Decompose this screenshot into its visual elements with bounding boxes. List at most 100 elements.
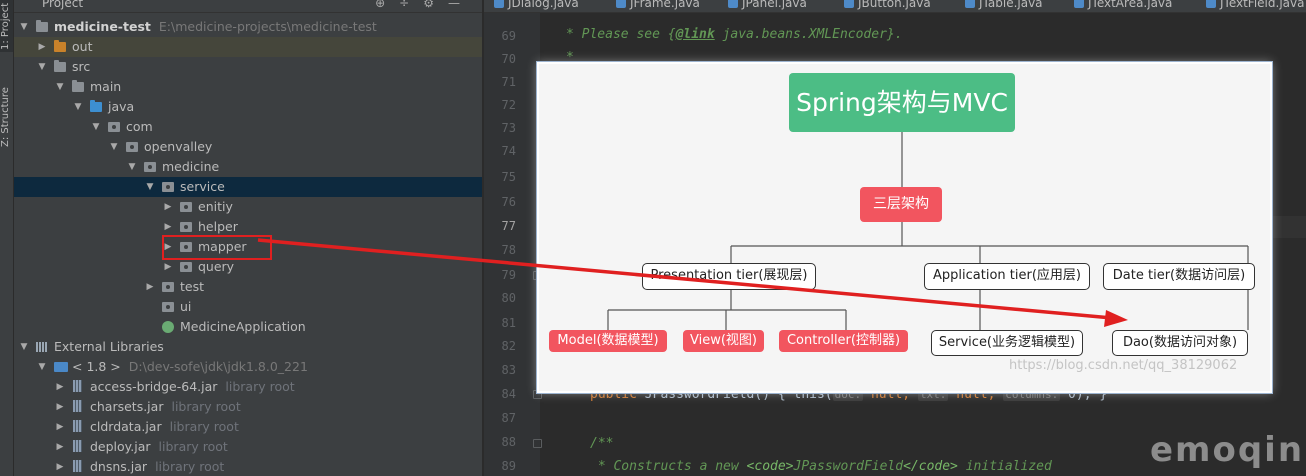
- expand-arrow-icon[interactable]: ▼: [144, 177, 156, 197]
- editor-tab[interactable]: JPanel.java: [728, 0, 807, 10]
- collapse-arrow-icon[interactable]: ▶: [36, 37, 48, 57]
- collapse-arrow-icon[interactable]: ▶: [54, 457, 66, 476]
- structure-tool-tab[interactable]: Z: Structure: [0, 82, 13, 152]
- tree-item-label: service: [180, 179, 225, 194]
- package-icon: [144, 162, 156, 172]
- jar-icon: [72, 460, 84, 472]
- line-number: 87: [501, 411, 516, 425]
- collapse-arrow-icon[interactable]: ▶: [54, 377, 66, 397]
- collapse-arrow-icon[interactable]: ▶: [144, 277, 156, 297]
- tree-row-src[interactable]: ▼ src: [14, 57, 482, 77]
- tree-row-service[interactable]: ▼ service: [14, 177, 482, 197]
- jdk-icon: [54, 362, 68, 372]
- editor-tab[interactable]: JTextField.java: [1206, 0, 1304, 10]
- tree-row-medicineapplication[interactable]: MedicineApplication: [14, 317, 482, 337]
- line-number: 73: [501, 121, 516, 135]
- tree-item-label: ui: [180, 299, 192, 314]
- tree-item-label: dnsns.jar library root: [90, 459, 225, 474]
- expand-arrow-icon[interactable]: ▼: [90, 117, 102, 137]
- source-folder-icon: [90, 100, 102, 112]
- expand-arrow-icon[interactable]: ▼: [36, 357, 48, 377]
- tree-row-java[interactable]: ▼ java: [14, 97, 482, 117]
- tree-row-com[interactable]: ▼ com: [14, 117, 482, 137]
- editor-tab[interactable]: JFrame.java: [616, 0, 700, 10]
- tree-row-query[interactable]: ▶ query: [14, 257, 482, 277]
- panel-header-icons[interactable]: ⊕÷⚙—: [375, 0, 474, 10]
- diagram-leaf-node: View(视图): [683, 330, 764, 352]
- tree-row-charsets-jar[interactable]: ▶ charsets.jar library root: [14, 397, 482, 417]
- code-line-69[interactable]: * Please see {@link java.beans.XMLEncode…: [566, 27, 903, 42]
- code-line-88[interactable]: /**: [590, 436, 613, 451]
- orange-folder-icon: [54, 40, 66, 52]
- diagram-three-tier-node: 三层架构: [860, 187, 942, 222]
- line-number: 77: [501, 219, 516, 233]
- line-number: 84: [501, 387, 516, 401]
- java-class-icon: [494, 0, 504, 8]
- jar-icon: [72, 380, 84, 392]
- tree-item-label: MedicineApplication: [180, 319, 306, 334]
- editor-tab[interactable]: JTable.java: [965, 0, 1043, 10]
- tree-row-external-libraries[interactable]: ▼ External Libraries: [14, 337, 482, 357]
- expand-arrow-icon[interactable]: ▼: [18, 17, 30, 37]
- tree-row-medicine[interactable]: ▼ medicine: [14, 157, 482, 177]
- tool-window-strip: 1: Project Z: Structure: [0, 0, 14, 476]
- tree-row-test[interactable]: ▶ test: [14, 277, 482, 297]
- project-panel-header: Project ⊕÷⚙—: [14, 0, 482, 13]
- spring-class-icon: [162, 321, 174, 333]
- tree-item-label: test: [180, 279, 205, 294]
- expand-arrow-icon[interactable]: ▼: [108, 137, 120, 157]
- tree-row-1-8[interactable]: ▼ < 1.8 > D:\dev-sofe\jdk\jdk1.8.0_221: [14, 357, 482, 377]
- editor-tab[interactable]: JTextArea.java: [1074, 0, 1172, 10]
- java-class-icon: [965, 0, 975, 8]
- tree-row-dnsns-jar[interactable]: ▶ dnsns.jar library root: [14, 457, 482, 476]
- expand-arrow-icon[interactable]: ▼: [72, 97, 84, 117]
- tree-item-label: helper: [198, 219, 238, 234]
- java-class-icon: [728, 0, 738, 8]
- tree-item-label: medicine: [162, 159, 220, 174]
- tree-row-cldrdata-jar[interactable]: ▶ cldrdata.jar library root: [14, 417, 482, 437]
- jar-icon: [72, 440, 84, 452]
- tree-row-deploy-jar[interactable]: ▶ deploy.jar library root: [14, 437, 482, 457]
- line-number: 74: [501, 144, 516, 158]
- project-tool-tab[interactable]: 1: Project: [0, 0, 13, 52]
- expand-arrow-icon[interactable]: ▼: [18, 337, 30, 357]
- collapse-arrow-icon[interactable]: ▶: [162, 257, 174, 277]
- line-number: 81: [501, 316, 516, 330]
- collapse-arrow-icon[interactable]: ▶: [54, 397, 66, 417]
- tree-item-label: cldrdata.jar library root: [90, 419, 239, 434]
- tree-row-ui[interactable]: ui: [14, 297, 482, 317]
- diagram-watermark: https://blog.csdn.net/qq_38129062: [1009, 358, 1238, 373]
- tree-item-label: medicine-test E:\medicine-projects\medici…: [54, 19, 377, 34]
- tree-item-label: main: [90, 79, 122, 94]
- package-icon: [126, 142, 138, 152]
- tree-row-access-bridge-64-jar[interactable]: ▶ access-bridge-64.jar library root: [14, 377, 482, 397]
- package-icon: [108, 122, 120, 132]
- line-number: 70: [501, 52, 516, 66]
- collapse-arrow-icon[interactable]: ▶: [54, 417, 66, 437]
- collapse-arrow-icon[interactable]: ▶: [162, 217, 174, 237]
- tree-item-label: query: [198, 259, 235, 274]
- tree-row-medicine-test[interactable]: ▼ medicine-test E:\medicine-projects\medic…: [14, 17, 482, 37]
- editor-tab[interactable]: JButton.java: [844, 0, 931, 10]
- tree-item-label: deploy.jar library root: [90, 439, 228, 454]
- collapse-arrow-icon[interactable]: ▶: [162, 197, 174, 217]
- project-panel-title[interactable]: Project: [42, 0, 83, 10]
- tree-row-main[interactable]: ▼ main: [14, 77, 482, 97]
- java-class-icon: [1074, 0, 1084, 8]
- collapse-arrow-icon[interactable]: ▶: [54, 437, 66, 457]
- folder-icon: [162, 302, 174, 312]
- expand-arrow-icon[interactable]: ▼: [36, 57, 48, 77]
- fold-marker-icon[interactable]: [533, 439, 542, 448]
- tree-row-helper[interactable]: ▶ helper: [14, 217, 482, 237]
- editor-tab[interactable]: JDialog.java: [494, 0, 579, 10]
- expand-arrow-icon[interactable]: ▼: [54, 77, 66, 97]
- expand-arrow-icon[interactable]: ▼: [126, 157, 138, 177]
- project-panel: Project ⊕÷⚙— ▼ medicine-test E:\medicine-p…: [14, 0, 482, 476]
- diagram-leaf-node: Service(业务逻辑模型): [931, 330, 1083, 356]
- tree-item-label: out: [72, 39, 93, 54]
- tree-row-out[interactable]: ▶ out: [14, 37, 482, 57]
- code-line-89[interactable]: * Constructs a new <code>JPasswordField<…: [590, 459, 1052, 474]
- line-number: 72: [501, 98, 516, 112]
- tree-row-enitiy[interactable]: ▶ enitiy: [14, 197, 482, 217]
- tree-row-openvalley[interactable]: ▼ openvalley: [14, 137, 482, 157]
